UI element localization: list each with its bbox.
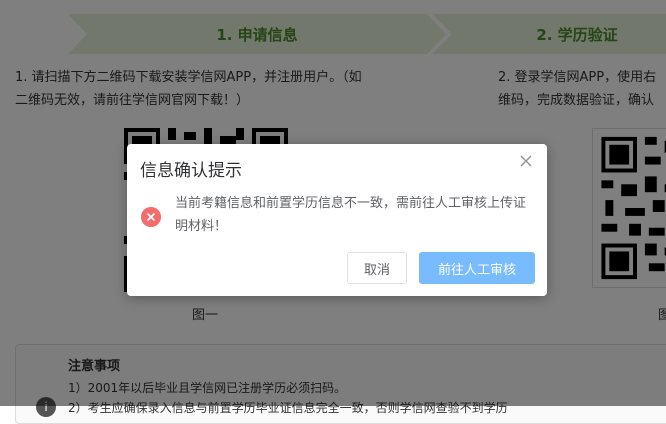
manual-review-button-label: 前往人工审核 [437,262,516,278]
cancel-button-label: 取消 [363,262,390,278]
cancel-button[interactable]: 取消 [347,252,407,284]
close-icon[interactable] [519,154,533,168]
confirm-dialog: 信息确认提示 当前考籍信息和前置学历信息不一致，需前往人工审核上传证明材料！ 取… [127,144,547,296]
manual-review-button[interactable]: 前往人工审核 [419,252,535,284]
dialog-message: 当前考籍信息和前置学历信息不一致，需前往人工审核上传证明材料！ [175,196,527,234]
dialog-title: 信息确认提示 [140,161,242,181]
error-icon [141,207,161,227]
